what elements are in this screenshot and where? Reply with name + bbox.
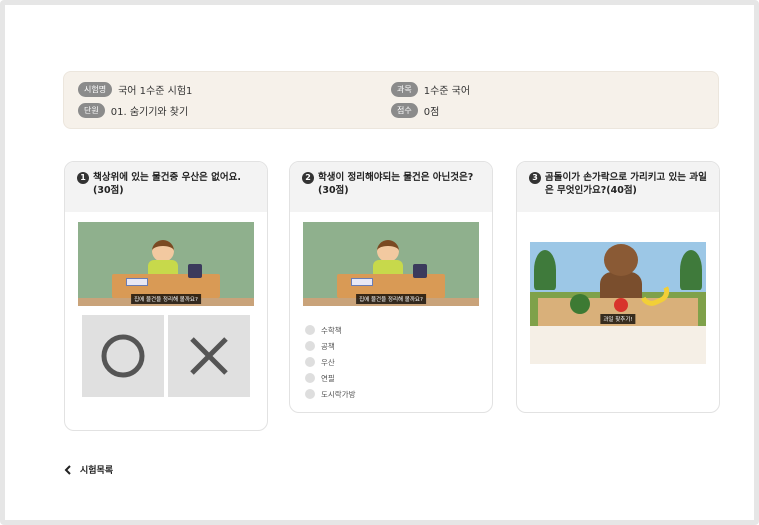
video-book bbox=[351, 278, 373, 286]
question-video[interactable]: 과일 찾추기! bbox=[530, 242, 706, 326]
question-title: 2 학생이 정리해야되는 물건은 아닌것은?(30점) bbox=[302, 171, 482, 197]
video-bag bbox=[413, 264, 427, 278]
subject-row: 과목 1수준 국어 bbox=[391, 82, 470, 97]
answer-options: 수학책 공책 우산 연필 도시락가방 bbox=[305, 322, 356, 402]
exam-name-value: 국어 1수준 시험1 bbox=[118, 86, 193, 97]
circle-icon bbox=[101, 334, 145, 378]
question-video[interactable]: 집에 물건을 정리해 볼까요? bbox=[78, 222, 254, 306]
score-label: 점수 bbox=[391, 103, 418, 118]
answer-option[interactable]: 우산 bbox=[305, 354, 356, 370]
back-link-label: 시험목록 bbox=[80, 466, 114, 476]
unit-label: 단원 bbox=[78, 103, 105, 118]
answer-area bbox=[530, 326, 706, 364]
question-number: 1 bbox=[77, 172, 89, 184]
score-value: 0점 bbox=[423, 107, 440, 118]
page-frame: 시험명 국어 1수준 시험1 과목 1수준 국어 단원 01. 숨기기와 찾기 … bbox=[0, 0, 759, 525]
subject-label: 과목 bbox=[391, 82, 418, 97]
exam-name-row: 시험명 국어 1수준 시험1 bbox=[78, 82, 192, 97]
chevron-left-icon bbox=[64, 464, 71, 475]
radio-button[interactable] bbox=[305, 357, 315, 367]
video-bag bbox=[188, 264, 202, 278]
option-label: 도시락가방 bbox=[321, 389, 356, 399]
video-tree bbox=[534, 250, 556, 290]
video-bear-figure bbox=[604, 244, 638, 276]
question-header: 2 학생이 정리해야되는 물건은 아닌것은?(30점) bbox=[290, 162, 492, 212]
exam-info-panel: 시험명 국어 1수준 시험1 과목 1수준 국어 단원 01. 숨기기와 찾기 … bbox=[63, 71, 719, 129]
question-header: 3 곰돌이가 손가락으로 가리키고 있는 과일은 무엇인가요?(40점) bbox=[517, 162, 719, 212]
option-label: 연필 bbox=[321, 373, 335, 383]
answer-x-button[interactable] bbox=[168, 315, 250, 397]
question-text: 학생이 정리해야되는 물건은 아닌것은?(30점) bbox=[318, 172, 474, 196]
video-apple bbox=[614, 298, 628, 312]
video-caption: 과일 찾추기! bbox=[600, 314, 636, 324]
answer-option[interactable]: 공책 bbox=[305, 338, 356, 354]
question-card-2: 2 학생이 정리해야되는 물건은 아닌것은?(30점) 집에 물건을 정리해 볼… bbox=[289, 161, 493, 413]
question-text: 곰돌이가 손가락으로 가리키고 있는 과일은 무엇인가요?(40점) bbox=[545, 172, 707, 196]
video-caption: 집에 물건을 정리해 볼까요? bbox=[356, 294, 426, 304]
back-to-exam-list-link[interactable]: 시험목록 bbox=[64, 463, 113, 476]
question-number: 2 bbox=[302, 172, 314, 184]
question-card-3: 3 곰돌이가 손가락으로 가리키고 있는 과일은 무엇인가요?(40점) 과일 … bbox=[516, 161, 720, 413]
answer-option[interactable]: 연필 bbox=[305, 370, 356, 386]
question-number: 3 bbox=[529, 172, 541, 184]
option-label: 우산 bbox=[321, 357, 335, 367]
question-title: 1 책상위에 있는 물건중 우산은 없어요.(30점) bbox=[77, 171, 257, 197]
unit-row: 단원 01. 숨기기와 찾기 bbox=[78, 103, 188, 118]
exam-name-label: 시험명 bbox=[78, 82, 113, 97]
question-text: 책상위에 있는 물건중 우산은 없어요.(30점) bbox=[93, 172, 241, 196]
video-watermelon bbox=[570, 294, 590, 314]
answer-option[interactable]: 수학책 bbox=[305, 322, 356, 338]
answer-o-button[interactable] bbox=[82, 315, 164, 397]
unit-value: 01. 숨기기와 찾기 bbox=[110, 107, 189, 118]
score-row: 점수 0점 bbox=[391, 103, 439, 118]
video-book bbox=[126, 278, 148, 286]
radio-button[interactable] bbox=[305, 389, 315, 399]
question-title: 3 곰돌이가 손가락으로 가리키고 있는 과일은 무엇인가요?(40점) bbox=[529, 171, 709, 197]
video-child-figure bbox=[377, 240, 399, 262]
option-label: 공책 bbox=[321, 341, 335, 351]
video-caption: 집에 물건을 정리해 볼까요? bbox=[131, 294, 201, 304]
question-card-1: 1 책상위에 있는 물건중 우산은 없어요.(30점) 집에 물건을 정리해 볼… bbox=[64, 161, 268, 431]
radio-button[interactable] bbox=[305, 341, 315, 351]
radio-button[interactable] bbox=[305, 325, 315, 335]
question-video[interactable]: 집에 물건을 정리해 볼까요? bbox=[303, 222, 479, 306]
question-header: 1 책상위에 있는 물건중 우산은 없어요.(30점) bbox=[65, 162, 267, 212]
subject-value: 1수준 국어 bbox=[423, 86, 471, 97]
option-label: 수학책 bbox=[321, 325, 342, 335]
x-icon bbox=[190, 337, 228, 375]
answer-option[interactable]: 도시락가방 bbox=[305, 386, 356, 402]
video-child-figure bbox=[152, 240, 174, 262]
video-tree bbox=[680, 250, 702, 290]
radio-button[interactable] bbox=[305, 373, 315, 383]
